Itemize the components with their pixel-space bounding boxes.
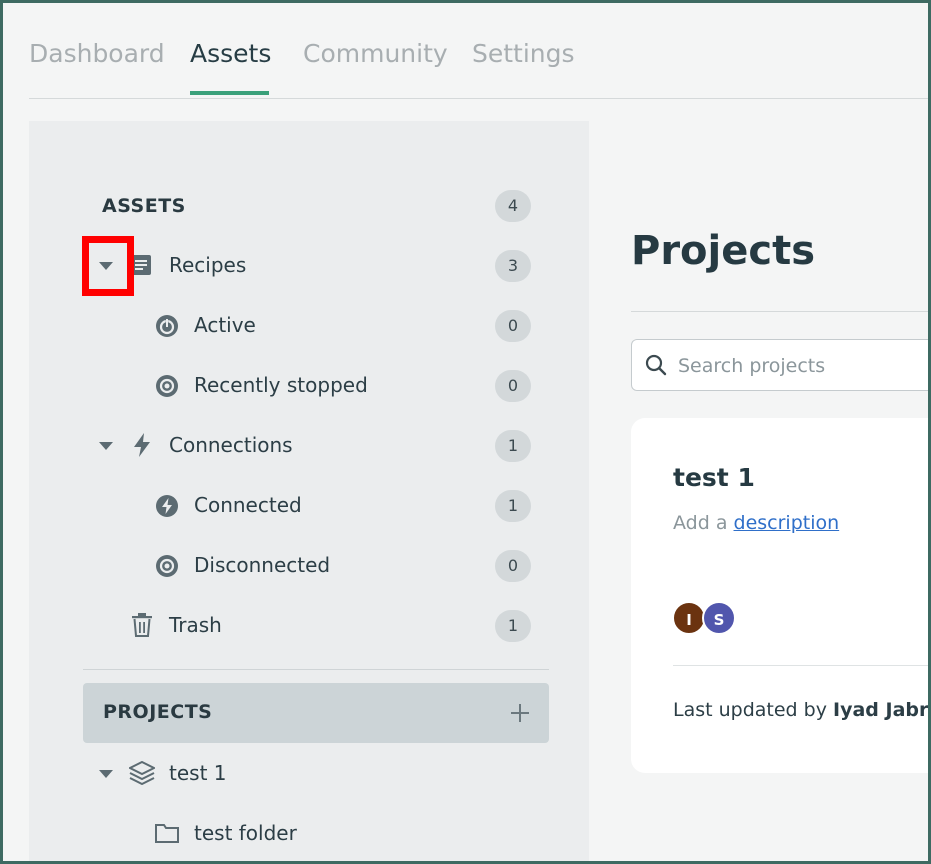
last-updated-prefix: Last updated by (673, 699, 827, 721)
project-collapse-caret[interactable] (99, 770, 113, 778)
sidebar-item-label: Connections (169, 433, 293, 457)
connected-count-badge: 1 (495, 490, 531, 522)
tab-settings[interactable]: Settings (472, 39, 575, 68)
projects-section-label: PROJECTS (103, 701, 213, 723)
sidebar-item-folder[interactable]: test folder (29, 813, 549, 853)
sidebar: ASSETS 4 Recipes 3 Active 0 Recently sto… (29, 121, 589, 861)
sidebar-item-label: Recipes (169, 253, 247, 277)
app-frame: Dashboard Assets Community Settings ASSE… (0, 0, 931, 864)
search-box[interactable] (631, 339, 928, 391)
sidebar-item-label: test folder (194, 821, 297, 845)
recipes-count-badge: 3 (495, 250, 531, 282)
recently-stopped-count-badge: 0 (495, 370, 531, 402)
folder-icon (155, 824, 179, 843)
sidebar-item-trash[interactable]: Trash 1 (29, 605, 549, 645)
sidebar-item-label: test 1 (169, 761, 227, 785)
last-updated-user: Iyad Jabri (833, 699, 931, 721)
top-tabs: Dashboard Assets Community Settings (29, 3, 928, 99)
disconnected-icon (156, 555, 178, 577)
sidebar-item-label: Trash (169, 613, 222, 637)
sidebar-item-recently-stopped[interactable]: Recently stopped 0 (29, 365, 549, 405)
sidebar-item-label: Recently stopped (194, 373, 368, 397)
sidebar-item-recipes[interactable]: Recipes 3 (29, 245, 549, 285)
trash-count-badge: 1 (495, 610, 531, 642)
projects-section-header: PROJECTS (83, 683, 549, 743)
assets-section-label: ASSETS (102, 195, 186, 217)
last-updated-text: Last updated by Iyad Jabri (673, 699, 931, 721)
description-prefix: Add a (673, 512, 728, 534)
card-divider (673, 665, 928, 666)
trash-icon (132, 613, 152, 637)
tab-assets[interactable]: Assets (190, 39, 271, 68)
connections-count-badge: 1 (495, 430, 531, 462)
project-card-description: Add a description (673, 512, 839, 534)
search-icon (645, 354, 667, 376)
recipes-collapse-caret[interactable] (99, 262, 113, 270)
sidebar-item-label: Disconnected (194, 553, 331, 577)
lightning-icon (134, 433, 150, 457)
sidebar-item-disconnected[interactable]: Disconnected 0 (29, 545, 549, 585)
recipe-icon (131, 255, 151, 275)
sidebar-item-label: Active (194, 313, 256, 337)
power-icon (156, 315, 178, 337)
assets-count-badge: 4 (495, 190, 531, 222)
stopped-icon (156, 375, 178, 397)
title-divider (631, 311, 928, 312)
active-tab-indicator (190, 91, 269, 95)
disconnected-count-badge: 0 (495, 550, 531, 582)
search-input[interactable] (678, 352, 928, 380)
project-card-title[interactable]: test 1 (673, 463, 755, 492)
tab-dashboard[interactable]: Dashboard (29, 39, 165, 68)
sidebar-item-active[interactable]: Active 0 (29, 305, 549, 345)
avatar[interactable]: S (702, 601, 736, 635)
sidebar-item-label: Connected (194, 493, 302, 517)
sidebar-item-project[interactable]: test 1 (29, 753, 549, 793)
tab-community[interactable]: Community (303, 39, 448, 68)
add-project-icon[interactable] (511, 704, 529, 722)
connections-collapse-caret[interactable] (99, 442, 113, 450)
sidebar-item-connections[interactable]: Connections 1 (29, 425, 549, 465)
project-card[interactable]: test 1 Add a description I S Last update… (631, 418, 931, 773)
sidebar-item-connected[interactable]: Connected 1 (29, 485, 549, 525)
sidebar-divider (83, 669, 549, 670)
avatar[interactable]: I (672, 601, 706, 635)
add-description-link[interactable]: description (734, 512, 840, 534)
layers-icon (129, 761, 155, 785)
connected-icon (156, 495, 178, 517)
page-title: Projects (631, 228, 816, 274)
active-count-badge: 0 (495, 310, 531, 342)
